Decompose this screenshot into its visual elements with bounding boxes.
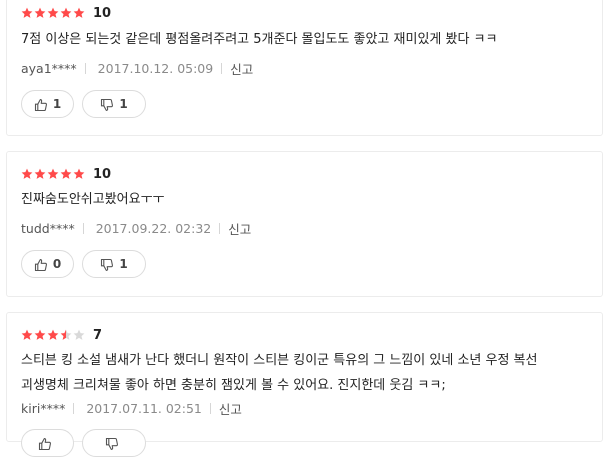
review-meta: tudd**** 2017.09.22. 02:32 신고 bbox=[21, 219, 251, 237]
star-icon bbox=[73, 329, 85, 340]
meta-divider bbox=[219, 222, 221, 234]
review-meta: kiri**** 2017.07.11. 02:51 신고 bbox=[21, 399, 242, 417]
meta-divider bbox=[84, 62, 86, 74]
meta-divider bbox=[82, 222, 84, 234]
rating-row: 10 bbox=[21, 165, 111, 183]
review-card: 10 7점 이상은 되는것 같은데 평점올려주려고 5개준다 몰입도도 좋았고 … bbox=[6, 0, 603, 136]
meta-divider bbox=[221, 62, 223, 74]
dislike-button[interactable] bbox=[82, 429, 146, 457]
review-text: 진짜숨도안쉬고봤어요ㅜㅜ bbox=[21, 187, 588, 212]
star-rating bbox=[21, 7, 86, 19]
meta-divider bbox=[73, 402, 75, 414]
like-button[interactable]: 0 bbox=[21, 250, 74, 278]
star-rating bbox=[21, 168, 86, 180]
review-date: 2017.09.22. 02:32 bbox=[95, 220, 212, 236]
review-text: 7점 이상은 되는것 같은데 평점올려주려고 5개준다 몰입도도 좋았고 재미있… bbox=[21, 27, 588, 52]
review-date: 2017.10.12. 05:09 bbox=[97, 60, 214, 76]
vote-row: 1 1 bbox=[21, 90, 146, 118]
review-card: 10 진짜숨도안쉬고봤어요ㅜㅜ tudd**** 2017.09.22. 02:… bbox=[6, 151, 603, 297]
dislike-count: 1 bbox=[119, 257, 128, 271]
review-meta: aya1**** 2017.10.12. 05:09 신고 bbox=[21, 59, 253, 77]
star-icon bbox=[47, 7, 59, 18]
star-icon bbox=[60, 7, 72, 18]
like-count: 0 bbox=[52, 257, 62, 271]
thumbs-down-icon bbox=[100, 257, 114, 271]
star-icon bbox=[60, 168, 72, 179]
review-author: kiri**** bbox=[21, 400, 66, 416]
dislike-count: 1 bbox=[119, 97, 128, 111]
vote-row: 0 1 bbox=[21, 250, 146, 278]
review-author: tudd**** bbox=[21, 220, 75, 236]
dislike-button[interactable]: 1 bbox=[82, 250, 146, 278]
star-icon bbox=[21, 7, 33, 18]
dislike-button[interactable]: 1 bbox=[82, 90, 146, 118]
star-icon bbox=[34, 168, 46, 179]
like-count: 1 bbox=[52, 97, 62, 111]
rating-row: 10 bbox=[21, 4, 111, 22]
review-text-line: 진짜숨도안쉬고봤어요ㅜㅜ bbox=[21, 192, 165, 207]
star-icon bbox=[34, 7, 46, 18]
like-button[interactable]: 1 bbox=[21, 90, 74, 118]
rating-row: 7 bbox=[21, 326, 102, 344]
star-icon bbox=[21, 168, 33, 179]
review-text: 스티븐 킹 소설 냄새가 난다 했더니 원작이 스티븐 킹이군 특유의 그 느낌… bbox=[21, 348, 588, 398]
review-date: 2017.07.11. 02:51 bbox=[86, 400, 202, 416]
thumbs-up-icon bbox=[38, 436, 52, 451]
review-author: aya1**** bbox=[21, 60, 77, 76]
rating-score: 7 bbox=[93, 327, 103, 343]
thumbs-down-icon bbox=[105, 436, 119, 450]
thumbs-up-icon bbox=[34, 97, 48, 112]
report-button[interactable]: 신고 bbox=[219, 399, 242, 418]
star-icon bbox=[47, 329, 59, 340]
rating-score: 10 bbox=[93, 166, 112, 182]
review-text-line: 7점 이상은 되는것 같은데 평점올려주려고 5개준다 몰입도도 좋았고 재미있… bbox=[21, 32, 498, 47]
thumbs-down-icon bbox=[100, 97, 114, 111]
report-button[interactable]: 신고 bbox=[228, 219, 251, 238]
review-text-line: 스티븐 킹 소설 냄새가 난다 했더니 원작이 스티븐 킹이군 특유의 그 느낌… bbox=[21, 353, 538, 368]
review-text-line: 괴생명체 크리쳐물 좋아 하면 충분히 잼있게 볼 수 있어요. 진지한데 웃김… bbox=[21, 378, 446, 393]
star-icon bbox=[21, 329, 33, 340]
star-icon bbox=[47, 168, 59, 179]
star-icon bbox=[60, 329, 72, 340]
star-icon bbox=[34, 329, 46, 340]
thumbs-up-icon bbox=[34, 257, 48, 272]
meta-divider bbox=[209, 402, 211, 414]
star-rating bbox=[21, 329, 86, 341]
star-icon bbox=[73, 168, 85, 179]
like-button[interactable] bbox=[21, 429, 74, 457]
vote-row bbox=[21, 429, 146, 457]
rating-score: 10 bbox=[93, 5, 112, 21]
star-icon bbox=[73, 7, 85, 18]
report-button[interactable]: 신고 bbox=[230, 59, 253, 78]
review-card: 7 스티븐 킹 소설 냄새가 난다 했더니 원작이 스티븐 킹이군 특유의 그 … bbox=[6, 312, 603, 457]
